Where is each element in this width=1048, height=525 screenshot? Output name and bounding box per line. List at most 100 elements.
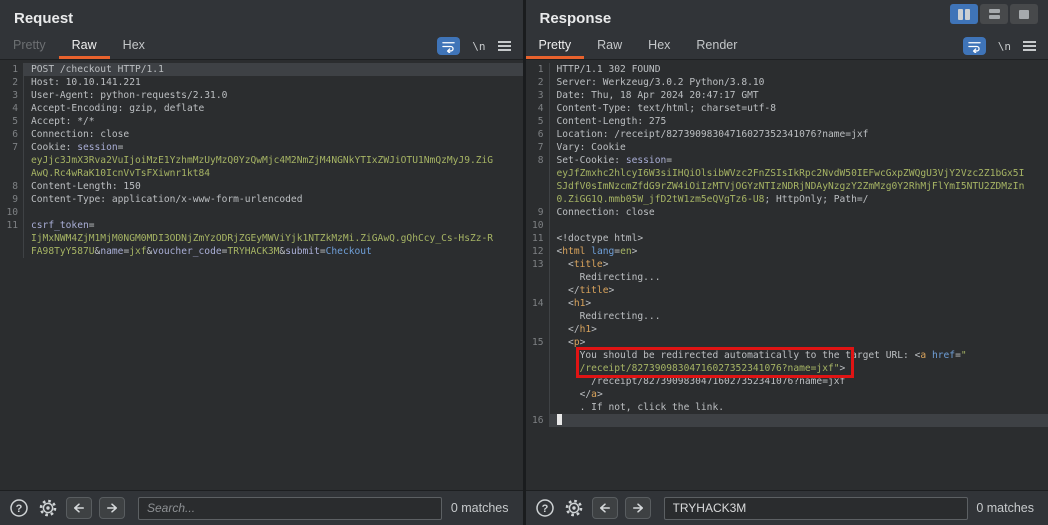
code-line: 1HTTP/1.1 302 FOUND	[526, 63, 1048, 76]
code-line: 14 <h1>	[526, 297, 1048, 310]
request-editor[interactable]: 1POST /checkout HTTP/1.12Host: 10.10.141…	[0, 60, 523, 490]
help-icon: ?	[9, 498, 29, 518]
tab-raw[interactable]: Raw	[584, 33, 635, 59]
line-number: 2	[0, 76, 24, 89]
request-header: Request	[0, 0, 523, 33]
line-number: 7	[526, 141, 550, 154]
arrow-left-icon	[597, 500, 613, 516]
line-number	[526, 310, 550, 323]
request-title: Request	[0, 0, 523, 27]
hamburger-icon	[498, 41, 511, 43]
response-tabs: PrettyRawHexRender	[526, 33, 963, 59]
line-number: 1	[526, 63, 550, 76]
tab-hex[interactable]: Hex	[635, 33, 683, 59]
search-help-button[interactable]: ?	[534, 497, 556, 519]
line-number: 2	[526, 76, 550, 89]
gear-icon	[564, 498, 584, 518]
arrow-left-icon	[71, 500, 87, 516]
response-tabbar: PrettyRawHexRender \n	[526, 33, 1048, 60]
layout-single-button[interactable]	[1010, 4, 1038, 24]
next-match-button[interactable]	[625, 497, 651, 519]
code-line: 4Content-Type: text/html; charset=utf-8	[526, 102, 1048, 115]
code-line: 12<html lang=en>	[526, 245, 1048, 258]
gear-icon	[38, 498, 58, 518]
code-line: 10	[526, 219, 1048, 232]
code-line: 16	[526, 414, 1048, 427]
code-line: 3Date: Thu, 18 Apr 2024 20:47:17 GMT	[526, 89, 1048, 102]
word-wrap-button[interactable]	[963, 37, 986, 55]
single-layout-icon	[1019, 10, 1029, 19]
code-line: </a>	[526, 388, 1048, 401]
tab-raw[interactable]: Raw	[59, 33, 110, 59]
line-number: 7	[0, 141, 24, 154]
line-number: 4	[526, 102, 550, 115]
line-number: 3	[526, 89, 550, 102]
line-number	[526, 284, 550, 297]
response-match-count: 0 matches	[976, 501, 1034, 515]
code-line: FA98TyY587U&name=jxf&voucher_code=TRYHAC…	[0, 245, 523, 258]
request-search-bar: ? 0 matches	[0, 490, 523, 525]
code-line: Redirecting...	[526, 271, 1048, 284]
word-wrap-icon	[441, 40, 456, 53]
search-help-button[interactable]: ?	[8, 497, 30, 519]
show-newlines-button[interactable]: \n	[998, 40, 1011, 53]
tab-render[interactable]: Render	[683, 33, 750, 59]
code-line: </h1>	[526, 323, 1048, 336]
code-line: 0.ZiGG1Q.mmb05W_jfD2tW1zm5eQVgTz6-U8; Ht…	[526, 193, 1048, 206]
request-search-input[interactable]	[138, 497, 442, 520]
next-match-button[interactable]	[99, 497, 125, 519]
response-code: 1HTTP/1.1 302 FOUND2Server: Werkzeug/3.0…	[526, 63, 1048, 427]
show-newlines-button[interactable]: \n	[472, 40, 485, 53]
code-line: eyJfZmxhc2hlcyI6W3siIHQiOlsibWVzc2FnZSIs…	[526, 167, 1048, 180]
tab-pretty[interactable]: Pretty	[0, 33, 59, 59]
line-number	[0, 167, 24, 180]
word-wrap-icon	[967, 40, 982, 53]
line-number	[526, 349, 550, 362]
word-wrap-button[interactable]	[437, 37, 460, 55]
columns-layout-icon	[958, 9, 970, 20]
line-number: 1	[0, 63, 24, 76]
code-line: 11csrf_token=	[0, 219, 523, 232]
line-number: 12	[526, 245, 550, 258]
request-menu-button[interactable]	[498, 41, 511, 51]
svg-text:?: ?	[541, 503, 548, 515]
layout-columns-button[interactable]	[950, 4, 978, 24]
previous-match-button[interactable]	[66, 497, 92, 519]
line-number	[526, 375, 550, 388]
line-number	[526, 167, 550, 180]
tab-pretty[interactable]: Pretty	[526, 33, 585, 59]
code-line: 11<!doctype html>	[526, 232, 1048, 245]
svg-text:?: ?	[16, 503, 23, 515]
layout-toggle-group	[950, 4, 1038, 24]
tab-hex[interactable]: Hex	[110, 33, 158, 59]
line-number	[526, 362, 550, 375]
response-menu-button[interactable]	[1023, 41, 1036, 51]
text-cursor	[557, 414, 562, 425]
code-line: SJdfV0sImNzcmZfdG9rZW4iOiIzMTVjOGYzNTIzN…	[526, 180, 1048, 193]
arrow-right-icon	[104, 500, 120, 516]
code-line: 6Connection: close	[0, 128, 523, 141]
code-line: 5Accept: */*	[0, 115, 523, 128]
help-icon: ?	[535, 498, 555, 518]
code-line: AwQ.Rc4wRaK10IcnVvTsFXiwnr1kt84	[0, 167, 523, 180]
line-number	[526, 180, 550, 193]
code-line: eyJjc3JmX3Rva2VuIjoiMzE1YzhmMzUyMzQ0YzQw…	[0, 154, 523, 167]
code-line: 4Accept-Encoding: gzip, deflate	[0, 102, 523, 115]
line-number: 6	[526, 128, 550, 141]
response-search-input[interactable]	[664, 497, 968, 520]
repeater-view: Request PrettyRawHex \n 1POST /checkout …	[0, 0, 1048, 525]
response-editor[interactable]: 1HTTP/1.1 302 FOUND2Server: Werkzeug/3.0…	[526, 60, 1048, 490]
line-number	[526, 323, 550, 336]
line-number: 5	[526, 115, 550, 128]
previous-match-button[interactable]	[592, 497, 618, 519]
search-settings-button[interactable]	[37, 497, 59, 519]
layout-rows-button[interactable]	[980, 4, 1008, 24]
code-line: 5Content-Length: 275	[526, 115, 1048, 128]
code-line: /receipt/82739098304716027352341076?name…	[526, 375, 1048, 388]
search-settings-button[interactable]	[563, 497, 585, 519]
code-line: 9Connection: close	[526, 206, 1048, 219]
code-line: 2Host: 10.10.141.221	[0, 76, 523, 89]
code-line: 9Content-Type: application/x-www-form-ur…	[0, 193, 523, 206]
line-number	[526, 193, 550, 206]
code-line: 2Server: Werkzeug/3.0.2 Python/3.8.10	[526, 76, 1048, 89]
